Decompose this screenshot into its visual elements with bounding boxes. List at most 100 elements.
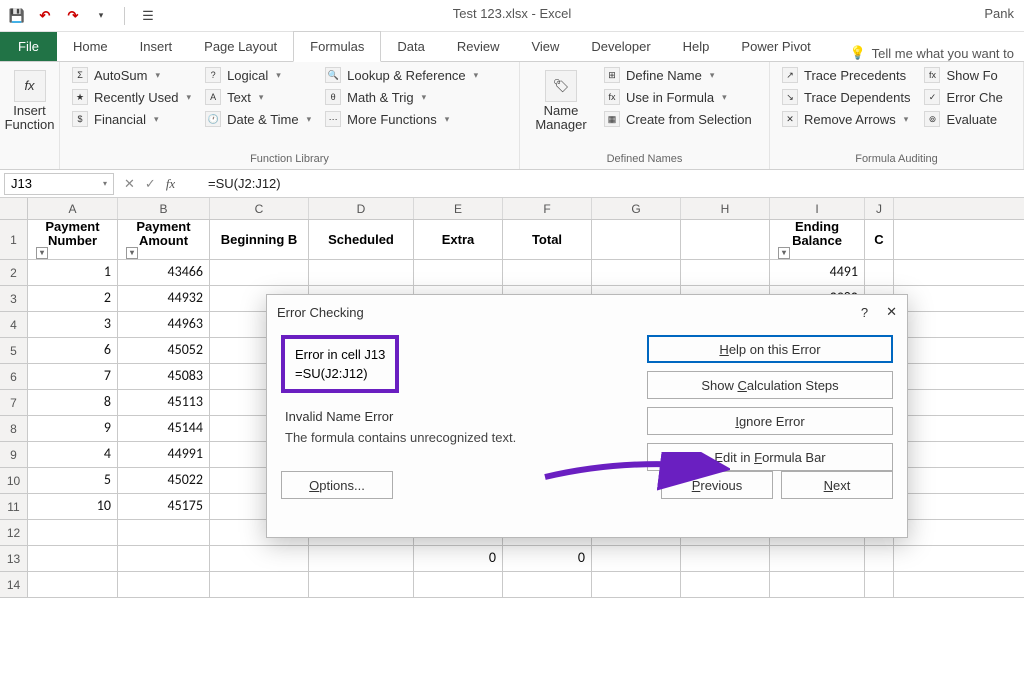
redo-icon[interactable]: ↷ bbox=[64, 7, 82, 25]
col-header-H[interactable]: H bbox=[681, 198, 770, 219]
cell[interactable] bbox=[865, 572, 894, 597]
tab-review[interactable]: Review bbox=[441, 32, 516, 61]
cell[interactable]: 45052 bbox=[118, 338, 210, 363]
row-header[interactable]: 14 bbox=[0, 572, 28, 597]
define-name-button[interactable]: ⊞Define Name▾ bbox=[602, 66, 754, 84]
row-header[interactable]: 4 bbox=[0, 312, 28, 337]
select-all-corner[interactable] bbox=[0, 198, 28, 220]
filter-icon[interactable]: ▾ bbox=[126, 247, 138, 259]
tab-file[interactable]: File bbox=[0, 32, 57, 61]
cell[interactable]: 4 bbox=[28, 442, 118, 467]
cell[interactable] bbox=[681, 572, 770, 597]
cell[interactable]: 45175 bbox=[118, 494, 210, 519]
tell-me-search[interactable]: 💡 Tell me what you want to bbox=[849, 45, 1024, 61]
cell[interactable] bbox=[210, 546, 309, 571]
name-box[interactable]: J13 ▾ bbox=[4, 173, 114, 195]
edit-in-formula-bar-button[interactable]: Edit in Formula Bar bbox=[647, 443, 893, 471]
tab-help[interactable]: Help bbox=[667, 32, 726, 61]
ignore-error-button[interactable]: Ignore Error bbox=[647, 407, 893, 435]
cell[interactable] bbox=[770, 546, 865, 571]
header-payment-amount[interactable]: Payment Amount▾ bbox=[118, 220, 210, 259]
datetime-button[interactable]: 🕐Date & Time▾ bbox=[203, 110, 313, 128]
cell[interactable]: 45113 bbox=[118, 390, 210, 415]
header-payment-number[interactable]: Payment Number▾ bbox=[28, 220, 118, 259]
create-from-selection-button[interactable]: ▦Create from Selection bbox=[602, 110, 754, 128]
header-total[interactable]: Total bbox=[503, 220, 592, 259]
cell[interactable]: 0 bbox=[503, 546, 592, 571]
row-header[interactable]: 12 bbox=[0, 520, 28, 545]
cell[interactable] bbox=[681, 546, 770, 571]
recently-used-button[interactable]: ★Recently Used▾ bbox=[70, 88, 193, 106]
header-ending-balance[interactable]: Ending Balance▾ bbox=[770, 220, 865, 259]
tab-page-layout[interactable]: Page Layout bbox=[188, 32, 293, 61]
cell[interactable]: 0 bbox=[414, 546, 503, 571]
header-g[interactable] bbox=[592, 220, 681, 259]
row-header[interactable]: 7 bbox=[0, 390, 28, 415]
cell[interactable] bbox=[118, 520, 210, 545]
col-header-I[interactable]: I bbox=[770, 198, 865, 219]
cell[interactable]: 45022 bbox=[118, 468, 210, 493]
logical-button[interactable]: ?Logical▾ bbox=[203, 66, 313, 84]
trace-precedents-button[interactable]: ↗Trace Precedents bbox=[780, 66, 912, 84]
text-button[interactable]: AText▾ bbox=[203, 88, 313, 106]
row-header[interactable]: 10 bbox=[0, 468, 28, 493]
header-beginning[interactable]: Beginning B bbox=[210, 220, 309, 259]
touch-mode-icon[interactable]: ☰ bbox=[139, 7, 157, 25]
cell[interactable] bbox=[28, 572, 118, 597]
row-header-1[interactable]: 1 bbox=[0, 220, 28, 259]
lookup-button[interactable]: 🔍Lookup & Reference▾ bbox=[323, 66, 480, 84]
options-button[interactable]: Options... bbox=[281, 471, 393, 499]
row-header[interactable]: 11 bbox=[0, 494, 28, 519]
help-on-error-button[interactable]: Help on this Error bbox=[647, 335, 893, 363]
show-calculation-steps-button[interactable]: Show Calculation Steps bbox=[647, 371, 893, 399]
cell[interactable]: 1 bbox=[28, 260, 118, 285]
row-header[interactable]: 9 bbox=[0, 442, 28, 467]
cell[interactable] bbox=[28, 546, 118, 571]
header-scheduled[interactable]: Scheduled bbox=[309, 220, 414, 259]
filter-icon[interactable]: ▾ bbox=[778, 247, 790, 259]
cell[interactable] bbox=[118, 546, 210, 571]
row-header[interactable]: 13 bbox=[0, 546, 28, 571]
show-formulas-button[interactable]: fxShow Fo bbox=[922, 66, 1004, 84]
cell[interactable] bbox=[865, 260, 894, 285]
more-functions-button[interactable]: ⋯More Functions▾ bbox=[323, 110, 480, 128]
cell[interactable]: 44932 bbox=[118, 286, 210, 311]
col-header-B[interactable]: B bbox=[118, 198, 210, 219]
cell[interactable] bbox=[28, 520, 118, 545]
col-header-D[interactable]: D bbox=[309, 198, 414, 219]
col-header-E[interactable]: E bbox=[414, 198, 503, 219]
cell[interactable] bbox=[592, 260, 681, 285]
insert-function-button[interactable]: fx Insert Function bbox=[10, 66, 49, 137]
autosum-button[interactable]: ΣAutoSum▾ bbox=[70, 66, 193, 84]
evaluate-formula-button[interactable]: ⊚Evaluate bbox=[922, 110, 1004, 128]
cell[interactable]: 3 bbox=[28, 312, 118, 337]
col-header-J[interactable]: J bbox=[865, 198, 894, 219]
cell[interactable] bbox=[309, 546, 414, 571]
use-in-formula-button[interactable]: fxUse in Formula▾ bbox=[602, 88, 754, 106]
remove-arrows-button[interactable]: ✕Remove Arrows▾ bbox=[780, 110, 912, 128]
next-button[interactable]: Next bbox=[781, 471, 893, 499]
cell[interactable]: 44991 bbox=[118, 442, 210, 467]
row-header[interactable]: 8 bbox=[0, 416, 28, 441]
cell[interactable]: 8 bbox=[28, 390, 118, 415]
cell[interactable]: 45144 bbox=[118, 416, 210, 441]
fx-label[interactable]: fx bbox=[166, 176, 175, 192]
cell[interactable]: 45083 bbox=[118, 364, 210, 389]
previous-button[interactable]: Previous bbox=[661, 471, 773, 499]
cell[interactable] bbox=[681, 260, 770, 285]
tab-formulas[interactable]: Formulas bbox=[293, 31, 381, 62]
cell[interactable] bbox=[414, 260, 503, 285]
tab-view[interactable]: View bbox=[515, 32, 575, 61]
save-icon[interactable]: 💾 bbox=[8, 7, 26, 25]
cell[interactable] bbox=[118, 572, 210, 597]
math-button[interactable]: θMath & Trig▾ bbox=[323, 88, 480, 106]
row-header[interactable]: 5 bbox=[0, 338, 28, 363]
cell[interactable]: 10 bbox=[28, 494, 118, 519]
row-header[interactable]: 3 bbox=[0, 286, 28, 311]
cell[interactable]: 2 bbox=[28, 286, 118, 311]
tab-insert[interactable]: Insert bbox=[124, 32, 189, 61]
confirm-icon[interactable]: ✓ bbox=[145, 176, 156, 192]
cell[interactable] bbox=[309, 572, 414, 597]
chevron-down-icon[interactable]: ▾ bbox=[103, 179, 107, 188]
cell[interactable]: 43466 bbox=[118, 260, 210, 285]
